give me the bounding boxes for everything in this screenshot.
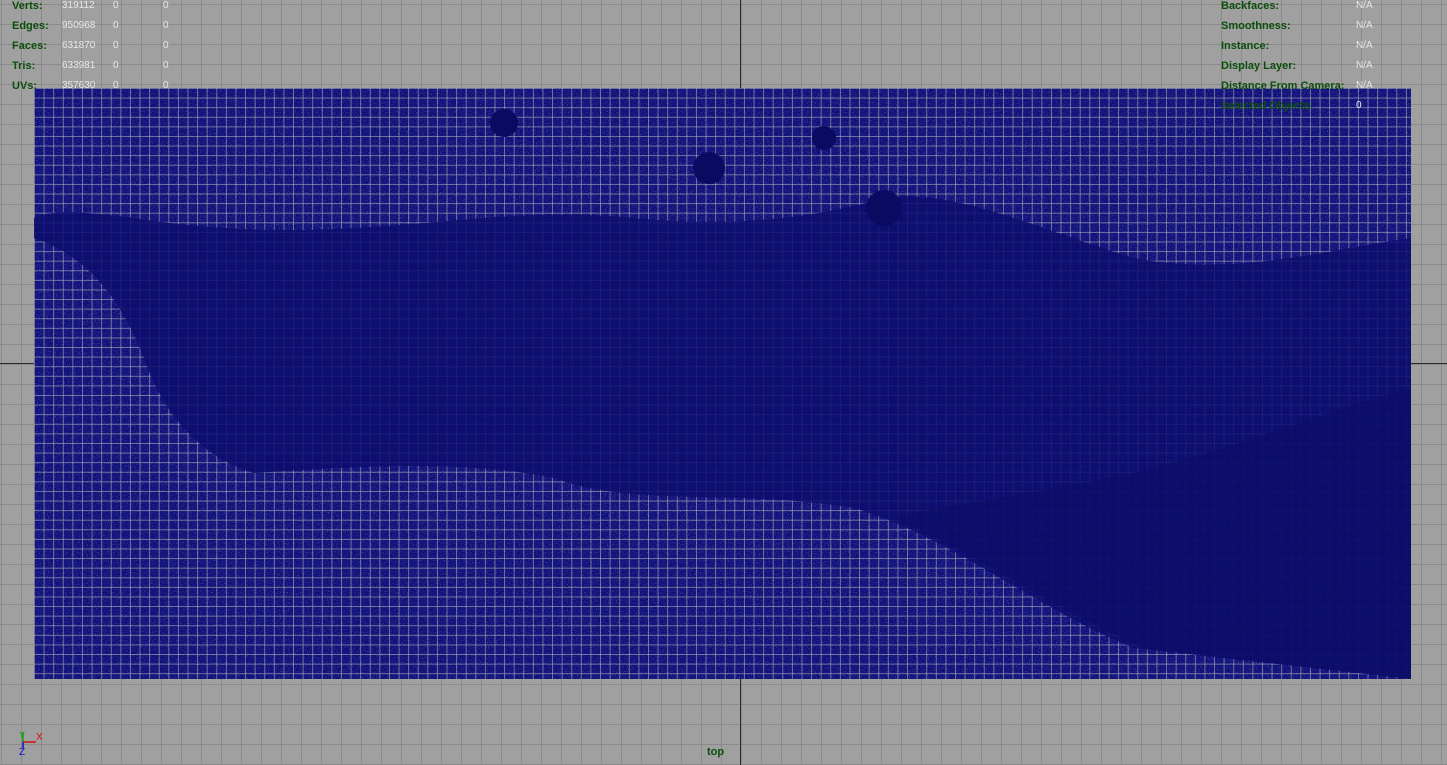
backfaces-label: Backfaces:	[1221, 0, 1280, 12]
selected-objects-label: Selected Objects:	[1221, 100, 1314, 112]
hud-row-backfaces: Backfaces: N/A	[1221, 0, 1441, 16]
faces-label: Faces:	[12, 40, 47, 52]
hud-row-faces: Faces: 631870 0 0	[12, 36, 212, 56]
mesh-island-4	[866, 190, 902, 226]
mesh-island-2	[693, 152, 725, 184]
verts-extra: 0	[163, 0, 169, 11]
instance-value: N/A	[1356, 40, 1373, 51]
smoothness-label: Smoothness:	[1221, 20, 1291, 32]
mesh-island-1	[490, 109, 518, 137]
hud-row-verts: Verts: 319112 0 0	[12, 0, 212, 16]
display-layer-label: Display Layer:	[1221, 60, 1297, 72]
axis-gizmo: X Y Z	[14, 728, 54, 758]
tris-label: Tris:	[12, 60, 36, 72]
edges-selected: 0	[113, 20, 119, 31]
hud-row-display-layer: Display Layer: N/A	[1221, 56, 1441, 76]
hud-row-uvs: UVs: 357630 0 0	[12, 76, 212, 96]
x-axis-label: X	[36, 732, 43, 743]
z-axis-label: Z	[19, 747, 25, 758]
object-details-hud: Backfaces: N/A Smoothness: N/A Instance:…	[1221, 0, 1441, 116]
hud-row-instance: Instance: N/A	[1221, 36, 1441, 56]
verts-label: Verts:	[12, 0, 43, 12]
uvs-selected: 0	[113, 80, 119, 91]
instance-label: Instance:	[1221, 40, 1270, 52]
display-layer-value: N/A	[1356, 60, 1373, 71]
hud-row-smoothness: Smoothness: N/A	[1221, 16, 1441, 36]
hud-row-selected-objects: Selected Objects: 0	[1221, 96, 1441, 116]
smoothness-value: N/A	[1356, 20, 1373, 31]
tris-value: 633981	[62, 60, 96, 71]
y-axis-label: Y	[19, 730, 25, 740]
terrain-shading	[34, 88, 1411, 679]
tris-extra: 0	[163, 60, 169, 71]
terrain-mesh-wireframe[interactable]	[34, 88, 1411, 679]
edges-value: 950968	[62, 20, 96, 31]
uvs-extra: 0	[163, 80, 169, 91]
camera-name-label: top	[707, 746, 725, 758]
distance-from-camera-value: N/A	[1356, 80, 1373, 91]
uvs-label: UVs:	[12, 80, 38, 92]
backfaces-value: N/A	[1356, 0, 1373, 11]
hud-row-edges: Edges: 950968 0 0	[12, 16, 212, 36]
selected-objects-value: 0	[1356, 100, 1362, 111]
mesh-island-3	[812, 126, 836, 150]
faces-extra: 0	[163, 40, 169, 51]
edges-label: Edges:	[12, 20, 49, 32]
tris-selected: 0	[113, 60, 119, 71]
edges-extra: 0	[163, 20, 169, 31]
hud-row-distance-from-camera: Distance From Camera: N/A	[1221, 76, 1441, 96]
faces-value: 631870	[62, 40, 96, 51]
verts-selected: 0	[113, 0, 119, 11]
poly-count-hud: Verts: 319112 0 0 Edges: 950968 0 0 Face…	[12, 0, 212, 96]
uvs-value: 357630	[62, 80, 96, 91]
distance-from-camera-label: Distance From Camera:	[1221, 80, 1345, 92]
faces-selected: 0	[113, 40, 119, 51]
hud-row-tris: Tris: 633981 0 0	[12, 56, 212, 76]
verts-value: 319112	[62, 0, 95, 11]
